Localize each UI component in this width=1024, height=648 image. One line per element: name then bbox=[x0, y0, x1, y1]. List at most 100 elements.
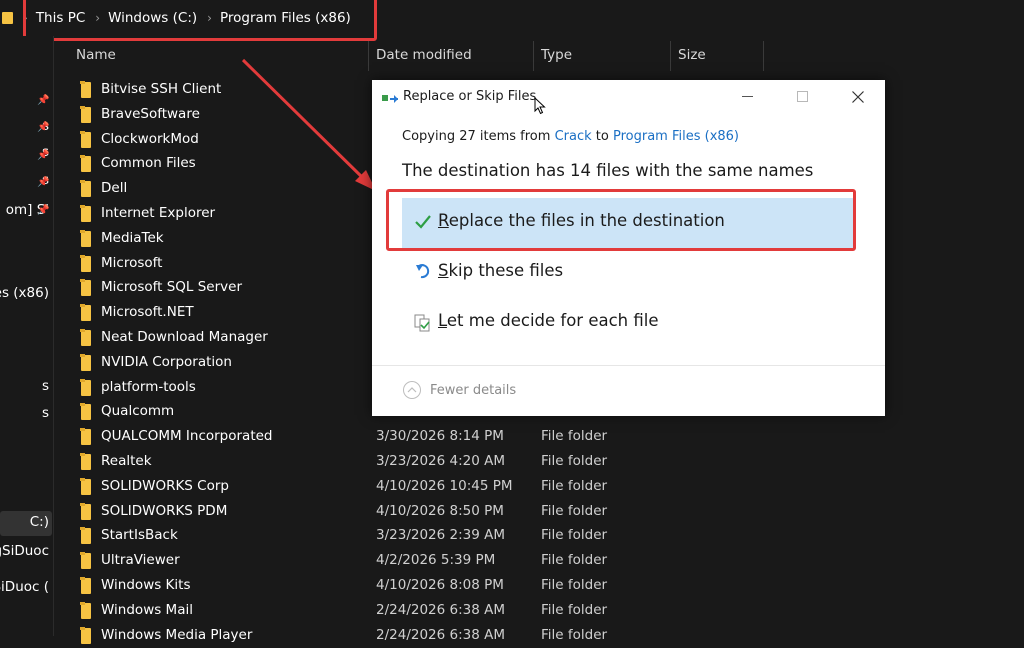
folder-icon bbox=[80, 155, 91, 173]
folder-icon bbox=[80, 130, 91, 148]
column-separator[interactable] bbox=[533, 41, 534, 71]
decide-each-file-option[interactable]: Let me decide for each file bbox=[402, 298, 854, 348]
file-row[interactable]: SOLIDWORKS PDM 4/10/2026 8:50 PM File fold… bbox=[54, 500, 1024, 525]
file-row[interactable]: Realtek 3/23/2026 4:20 AM File folder bbox=[54, 450, 1024, 475]
pin-icon: 📌 bbox=[37, 95, 50, 106]
folder-icon bbox=[80, 552, 91, 570]
file-name: Common Files bbox=[101, 155, 196, 172]
minimize-button[interactable] bbox=[725, 80, 771, 114]
folder-icon bbox=[80, 81, 91, 98]
nav-item-drive-c[interactable]: C:) bbox=[0, 514, 53, 534]
folder-icon bbox=[80, 527, 91, 545]
column-separator[interactable] bbox=[670, 41, 671, 71]
folder-icon bbox=[80, 453, 91, 470]
file-row[interactable]: Windows Kits 4/10/2026 8:08 PM File folder bbox=[54, 574, 1024, 599]
file-date-modified: 4/10/2026 8:50 PM bbox=[376, 502, 504, 519]
file-row[interactable]: UltraViewer 4/2/2026 5:39 PM File folder bbox=[54, 549, 1024, 574]
fewer-details-toggle[interactable]: Fewer details bbox=[430, 383, 516, 398]
file-type: File folder bbox=[541, 453, 608, 469]
file-name: UltraViewer bbox=[101, 552, 180, 569]
file-type: File folder bbox=[541, 552, 608, 569]
file-row[interactable]: SOLIDWORKS Corp 4/10/2026 10:45 PM File fo… bbox=[54, 475, 1024, 500]
folder-icon bbox=[80, 329, 91, 346]
destination-folder-link[interactable]: Program Files (x86) bbox=[613, 129, 739, 144]
skip-option-label: Skip these files bbox=[438, 261, 564, 280]
file-name: SOLIDWORKS Corp bbox=[101, 477, 229, 494]
folder-icon bbox=[80, 403, 91, 421]
file-name: Microsoft.NET bbox=[101, 304, 194, 321]
file-name: Windows Media Player bbox=[101, 626, 253, 643]
minimize-icon bbox=[742, 96, 753, 97]
nav-item[interactable]: ngSiDuoc bbox=[0, 543, 53, 563]
close-icon bbox=[852, 91, 864, 103]
file-type: File folder bbox=[541, 577, 608, 593]
nav-item[interactable]: les (x86) bbox=[0, 285, 53, 305]
file-row[interactable]: Windows Mail 2/24/2026 6:38 AM File folder bbox=[54, 599, 1024, 624]
file-row[interactable]: QUALCOMM Incorporated 3/30/2026 8:14 PM Fi… bbox=[54, 425, 1024, 450]
folder-icon bbox=[80, 353, 91, 371]
breadcrumb-highlight-annotation bbox=[23, 0, 377, 41]
file-name: Neat Download Manager bbox=[101, 329, 268, 345]
file-name: Microsoft SQL Server bbox=[101, 279, 243, 296]
file-date-modified: 2/24/2026 6:38 AM bbox=[376, 601, 506, 618]
file-type: File folder bbox=[541, 428, 608, 445]
column-header-size[interactable]: Size bbox=[678, 36, 758, 74]
chevron-up-circle-icon[interactable] bbox=[403, 381, 421, 399]
column-header-date-modified[interactable]: Date modified bbox=[376, 36, 526, 74]
file-type: File folder bbox=[541, 626, 608, 643]
file-date-modified: 3/23/2026 2:39 AM bbox=[376, 527, 506, 544]
nav-item[interactable]: s bbox=[0, 405, 53, 425]
file-name: Dell bbox=[101, 180, 128, 197]
source-folder-link[interactable]: Crack bbox=[555, 129, 592, 144]
file-name: QUALCOMM Incorporated bbox=[101, 428, 273, 445]
folder-icon bbox=[80, 577, 91, 594]
file-name: Realtek bbox=[101, 453, 152, 469]
file-row[interactable]: StartIsBack 3/23/2026 2:39 AM File folder bbox=[54, 524, 1024, 549]
pin-icon: 📌 bbox=[37, 122, 50, 133]
column-header-name[interactable]: Name bbox=[76, 36, 366, 74]
file-date-modified: 4/2/2026 5:39 PM bbox=[376, 552, 496, 569]
column-header-type[interactable]: Type bbox=[541, 36, 661, 74]
file-type: File folder bbox=[541, 477, 608, 494]
mouse-cursor-icon bbox=[534, 97, 546, 115]
folder-icon bbox=[80, 502, 91, 520]
maximize-icon bbox=[797, 91, 808, 102]
file-name: Qualcomm bbox=[101, 403, 175, 420]
conflict-headline: The destination has 14 files with the sa… bbox=[402, 161, 814, 180]
folder-icon bbox=[80, 254, 91, 272]
maximize-button[interactable] bbox=[780, 80, 826, 114]
nav-item[interactable]: gSiDuoc ( bbox=[0, 579, 53, 599]
folder-icon bbox=[80, 477, 91, 495]
dialog-footer: Fewer details bbox=[372, 365, 885, 416]
file-date-modified: 4/10/2026 10:45 PM bbox=[376, 477, 513, 494]
file-name: SOLIDWORKS PDM bbox=[101, 502, 228, 519]
column-separator[interactable] bbox=[763, 41, 764, 71]
file-name: Internet Explorer bbox=[101, 205, 216, 221]
pin-icon: 📌 bbox=[37, 177, 50, 188]
column-separator[interactable] bbox=[368, 41, 369, 71]
file-date-modified: 4/10/2026 8:08 PM bbox=[376, 577, 504, 593]
skip-files-option[interactable]: Skip these files bbox=[402, 248, 854, 298]
file-name: StartIsBack bbox=[101, 527, 178, 544]
folder-icon bbox=[80, 304, 91, 322]
copy-prefix: Copying 27 items from bbox=[402, 129, 551, 144]
pin-icon: 📌 bbox=[37, 205, 50, 216]
file-date-modified: 3/23/2026 4:20 AM bbox=[376, 453, 506, 469]
folder-icon bbox=[80, 428, 91, 446]
folder-icon bbox=[80, 229, 91, 247]
copy-status-line: Copying 27 items from Crack to Program F… bbox=[402, 129, 739, 144]
file-move-icon bbox=[382, 93, 398, 105]
folder-icon bbox=[2, 12, 13, 24]
nav-item[interactable]: s bbox=[0, 378, 53, 398]
folder-icon bbox=[80, 279, 91, 297]
column-header-row: Name Date modified Type Size bbox=[54, 36, 1024, 74]
close-button[interactable] bbox=[835, 80, 881, 114]
navigation-pane: s 📌 s 📌 s 📌 📌 om] S' 📌 les (x86) s s C:)… bbox=[0, 36, 53, 636]
folder-icon bbox=[80, 105, 91, 123]
file-type: File folder bbox=[541, 502, 608, 519]
dialog-title: Replace or Skip Files bbox=[403, 89, 537, 104]
file-name: ClockworkMod bbox=[101, 130, 199, 147]
folder-icon bbox=[80, 205, 91, 222]
file-date-modified: 2/24/2026 6:38 AM bbox=[376, 626, 506, 643]
file-name: Windows Mail bbox=[101, 601, 193, 618]
